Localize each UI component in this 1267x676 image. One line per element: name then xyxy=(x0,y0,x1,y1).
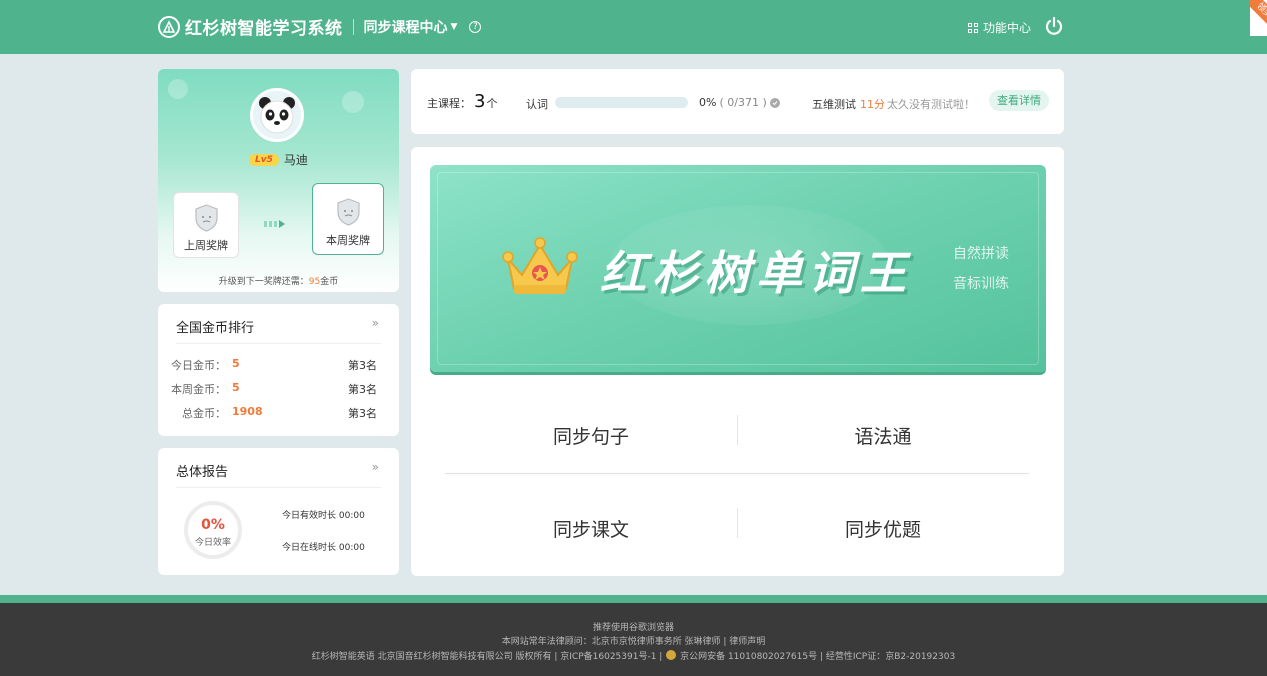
rank-position: 第3名 xyxy=(348,407,377,420)
rank-label: 今日金币： xyxy=(171,359,226,372)
test-time: 11分 xyxy=(860,98,885,111)
word-king-banner[interactable]: 红杉树单词王 自然拼读 音标训练 xyxy=(430,165,1046,372)
function-center-label: 功能中心 xyxy=(983,21,1032,35)
profile-card: Lv5 马迪 上周奖牌 本周奖牌 升级到下一奖牌还需：95金币 xyxy=(158,69,399,292)
check-icon xyxy=(769,97,780,108)
caret-down-icon: ▼ xyxy=(450,21,458,32)
main-course-label: 主课程： xyxy=(427,97,471,110)
word-progress-text: 0% ( 0/371 ) xyxy=(699,96,780,109)
crown-icon xyxy=(502,237,578,294)
police-badge-icon xyxy=(666,650,677,660)
decor-bubble xyxy=(342,91,364,113)
footer-legal[interactable]: 本网站常年法律顾问：北京市京悦律师事务所 张琳律师 | 律师声明 xyxy=(0,634,1267,647)
ranking-title: 全国金币排行 xyxy=(176,321,255,336)
main-course-stat: 主课程： 3 个 xyxy=(427,91,497,112)
panda-avatar-icon xyxy=(259,97,295,134)
main-panel: 红杉树单词王 自然拼读 音标训练 同步句子 语法通 同步课文 同步优题 xyxy=(411,147,1064,576)
corner-reward-badge[interactable]: 领奖 xyxy=(1250,0,1267,36)
function-center-button[interactable]: 功能中心 xyxy=(968,19,1031,36)
main-course-unit: 个 xyxy=(486,97,498,110)
grid-icon xyxy=(968,22,978,33)
last-week-medal-label: 上周奖牌 xyxy=(184,239,228,252)
power-icon[interactable] xyxy=(1044,16,1064,36)
view-details-button[interactable]: 查看详情 xyxy=(989,90,1049,111)
gold-ranking-card: 全国金币排行 » 今日金币： 5 第3名 本周金币： 5 第3名 总金币： 19… xyxy=(158,304,399,436)
app-title: 红杉树智能学习系统 xyxy=(185,19,343,39)
logo-icon xyxy=(158,15,180,38)
footer-icp-text[interactable]: 京公网安备 11010802027615号 | 经营性ICP证：京B2-2019… xyxy=(680,652,955,662)
rank-position: 第3名 xyxy=(348,383,377,396)
test-label: 五维测试 xyxy=(812,98,856,111)
upgrade-hint: 升级到下一奖牌还需：95金币 xyxy=(158,274,399,287)
footer-browser-tip: 推荐使用谷歌浏览器 xyxy=(592,623,674,633)
divider xyxy=(445,473,1029,474)
word-label: 认词 xyxy=(526,98,548,111)
efficiency-percent: 0% xyxy=(201,517,225,533)
this-week-medal-label: 本周奖牌 xyxy=(326,234,370,247)
user-name: 马迪 xyxy=(283,153,308,167)
banner-title: 红杉树单词王 xyxy=(600,246,912,300)
valid-time: 今日有效时长 00:00 xyxy=(282,511,365,521)
rank-label: 总金币： xyxy=(182,407,226,420)
online-time: 今日在线时长 00:00 xyxy=(282,543,365,553)
report-more-icon[interactable]: » xyxy=(372,460,379,474)
rank-label: 本周金币： xyxy=(171,383,226,396)
shield-icon xyxy=(337,198,360,226)
course-center-dropdown[interactable]: 同步课程中心 ▼ xyxy=(364,17,458,37)
last-week-medal[interactable]: 上周奖牌 xyxy=(173,192,239,258)
shield-icon xyxy=(195,204,218,232)
rank-value: 5 xyxy=(232,381,240,394)
rank-value: 5 xyxy=(232,357,240,370)
efficiency-label: 今日效率 xyxy=(194,538,231,548)
avatar[interactable] xyxy=(250,88,304,142)
word-percent: 0% xyxy=(699,96,717,109)
upgrade-unit: 金币 xyxy=(320,277,339,287)
app-logo[interactable]: 红杉树智能学习系统 同步课程中心 ▼ ? xyxy=(158,14,482,39)
banner-sub-phonics[interactable]: 自然拼读 xyxy=(953,243,1009,263)
user-name-row: Lv5 马迪 xyxy=(158,151,399,168)
footer-band xyxy=(0,595,1267,603)
report-title: 总体报告 xyxy=(176,465,229,480)
footer-copyright-text: 红杉树智能英语 北京国音红杉树智能科技有限公司 版权所有 | 京ICP备1602… xyxy=(311,652,663,662)
ranking-row-total: 总金币： 1908 第3名 xyxy=(158,405,399,421)
test-tip: 太久没有测试啦！ xyxy=(887,98,975,111)
efficiency-ring: 0% 今日效率 xyxy=(184,501,242,559)
upgrade-prefix: 升级到下一奖牌还需： xyxy=(218,277,309,287)
footer-copyright: 红杉树智能英语 北京国音红杉树智能科技有限公司 版权所有 | 京ICP备1602… xyxy=(0,649,1267,662)
upgrade-amount: 95 xyxy=(308,277,321,287)
word-progress-bar xyxy=(555,97,688,108)
rank-value: 1908 xyxy=(232,405,263,418)
stats-bar: 主课程： 3 个 认词 0% ( 0/371 ) 五维测试 11分 太久没有测试… xyxy=(411,69,1064,134)
module-grammar[interactable]: 语法通 xyxy=(737,422,1029,449)
module-sync-texts[interactable]: 同步课文 xyxy=(445,515,737,542)
help-icon[interactable]: ? xyxy=(469,20,482,33)
module-sync-questions[interactable]: 同步优题 xyxy=(737,515,1029,542)
main-course-count: 3 xyxy=(474,91,486,112)
banner-sub-phonetics[interactable]: 音标训练 xyxy=(953,273,1009,293)
ranking-row-week: 本周金币： 5 第3名 xyxy=(158,381,399,397)
ranking-more-icon[interactable]: » xyxy=(372,316,379,330)
module-sync-sentences[interactable]: 同步句子 xyxy=(445,422,737,449)
decor-bubble xyxy=(168,79,188,99)
top-header: 红杉树智能学习系统 同步课程中心 ▼ ? 功能中心 xyxy=(0,0,1267,54)
divider xyxy=(176,343,381,344)
this-week-medal[interactable]: 本周奖牌 xyxy=(312,183,384,255)
course-center-label: 同步课程中心 xyxy=(363,19,448,36)
word-count: ( 0/371 ) xyxy=(719,96,767,109)
arrow-progress-icon xyxy=(264,220,287,228)
page-footer: 推荐使用谷歌浏览器 本网站常年法律顾问：北京市京悦律师事务所 张琳律师 | 律师… xyxy=(0,603,1267,676)
ranking-row-today: 今日金币： 5 第3名 xyxy=(158,357,399,373)
rank-position: 第3名 xyxy=(348,359,377,372)
header-divider xyxy=(352,18,354,35)
overall-report-card: 总体报告 » 0% 今日效率 今日有效时长 00:00 今日在线时长 00:00 xyxy=(158,448,399,575)
corner-badge-text: 领奖 xyxy=(1250,0,1267,31)
level-badge: Lv5 xyxy=(249,153,279,166)
divider xyxy=(176,487,381,488)
